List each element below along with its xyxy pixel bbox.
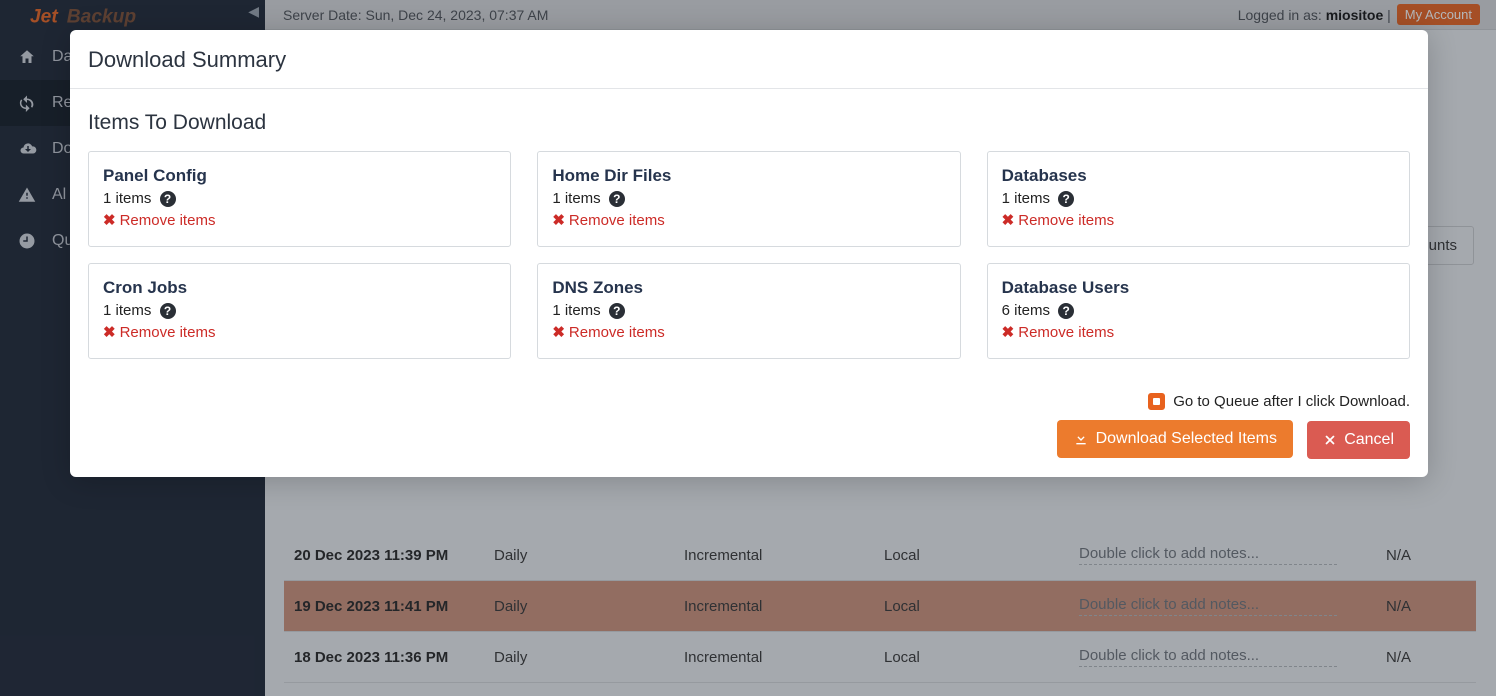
- go-to-queue-checkbox[interactable]: [1148, 393, 1165, 410]
- download-card: Database Users 6 items ? ✖ Remove items: [987, 263, 1410, 359]
- card-title: Database Users: [1002, 278, 1395, 298]
- download-card: Cron Jobs 1 items ? ✖ Remove items: [88, 263, 511, 359]
- close-icon: ✖: [103, 323, 116, 341]
- close-icon: ✖: [1002, 323, 1015, 341]
- remove-items-link[interactable]: ✖ Remove items: [103, 211, 215, 229]
- close-icon: ✖: [552, 211, 565, 229]
- card-item-count: 6 items ?: [1002, 302, 1395, 319]
- card-item-count: 1 items ?: [103, 190, 496, 207]
- close-icon: [1323, 433, 1337, 447]
- close-icon: ✖: [103, 211, 116, 229]
- remove-items-link[interactable]: ✖ Remove items: [103, 323, 215, 341]
- remove-items-link[interactable]: ✖ Remove items: [552, 323, 664, 341]
- download-card: Panel Config 1 items ? ✖ Remove items: [88, 151, 511, 247]
- remove-items-link[interactable]: ✖ Remove items: [552, 211, 664, 229]
- modal-header: Download Summary: [70, 30, 1428, 89]
- card-title: Databases: [1002, 166, 1395, 186]
- card-title: Cron Jobs: [103, 278, 496, 298]
- items-to-download-heading: Items To Download: [88, 111, 1410, 135]
- close-icon: ✖: [552, 323, 565, 341]
- card-item-count: 1 items ?: [103, 302, 496, 319]
- card-title: DNS Zones: [552, 278, 945, 298]
- card-title: Home Dir Files: [552, 166, 945, 186]
- cancel-button[interactable]: Cancel: [1307, 421, 1410, 459]
- help-icon[interactable]: ?: [160, 303, 176, 319]
- help-icon[interactable]: ?: [1058, 303, 1074, 319]
- card-title: Panel Config: [103, 166, 496, 186]
- help-icon[interactable]: ?: [160, 191, 176, 207]
- card-item-count: 1 items ?: [1002, 190, 1395, 207]
- modal-title: Download Summary: [88, 47, 1410, 73]
- help-icon[interactable]: ?: [609, 303, 625, 319]
- card-item-count: 1 items ?: [552, 302, 945, 319]
- download-card: Databases 1 items ? ✖ Remove items: [987, 151, 1410, 247]
- download-selected-items-button[interactable]: Download Selected Items: [1057, 420, 1293, 458]
- remove-items-link[interactable]: ✖ Remove items: [1002, 211, 1114, 229]
- help-icon[interactable]: ?: [1058, 191, 1074, 207]
- go-to-queue-label: Go to Queue after I click Download.: [1173, 393, 1410, 410]
- download-summary-modal: Download Summary Items To Download Panel…: [70, 30, 1428, 477]
- help-icon[interactable]: ?: [609, 191, 625, 207]
- download-card: Home Dir Files 1 items ? ✖ Remove items: [537, 151, 960, 247]
- download-icon: [1073, 431, 1089, 447]
- card-item-count: 1 items ?: [552, 190, 945, 207]
- close-icon: ✖: [1002, 211, 1015, 229]
- remove-items-link[interactable]: ✖ Remove items: [1002, 323, 1114, 341]
- download-card: DNS Zones 1 items ? ✖ Remove items: [537, 263, 960, 359]
